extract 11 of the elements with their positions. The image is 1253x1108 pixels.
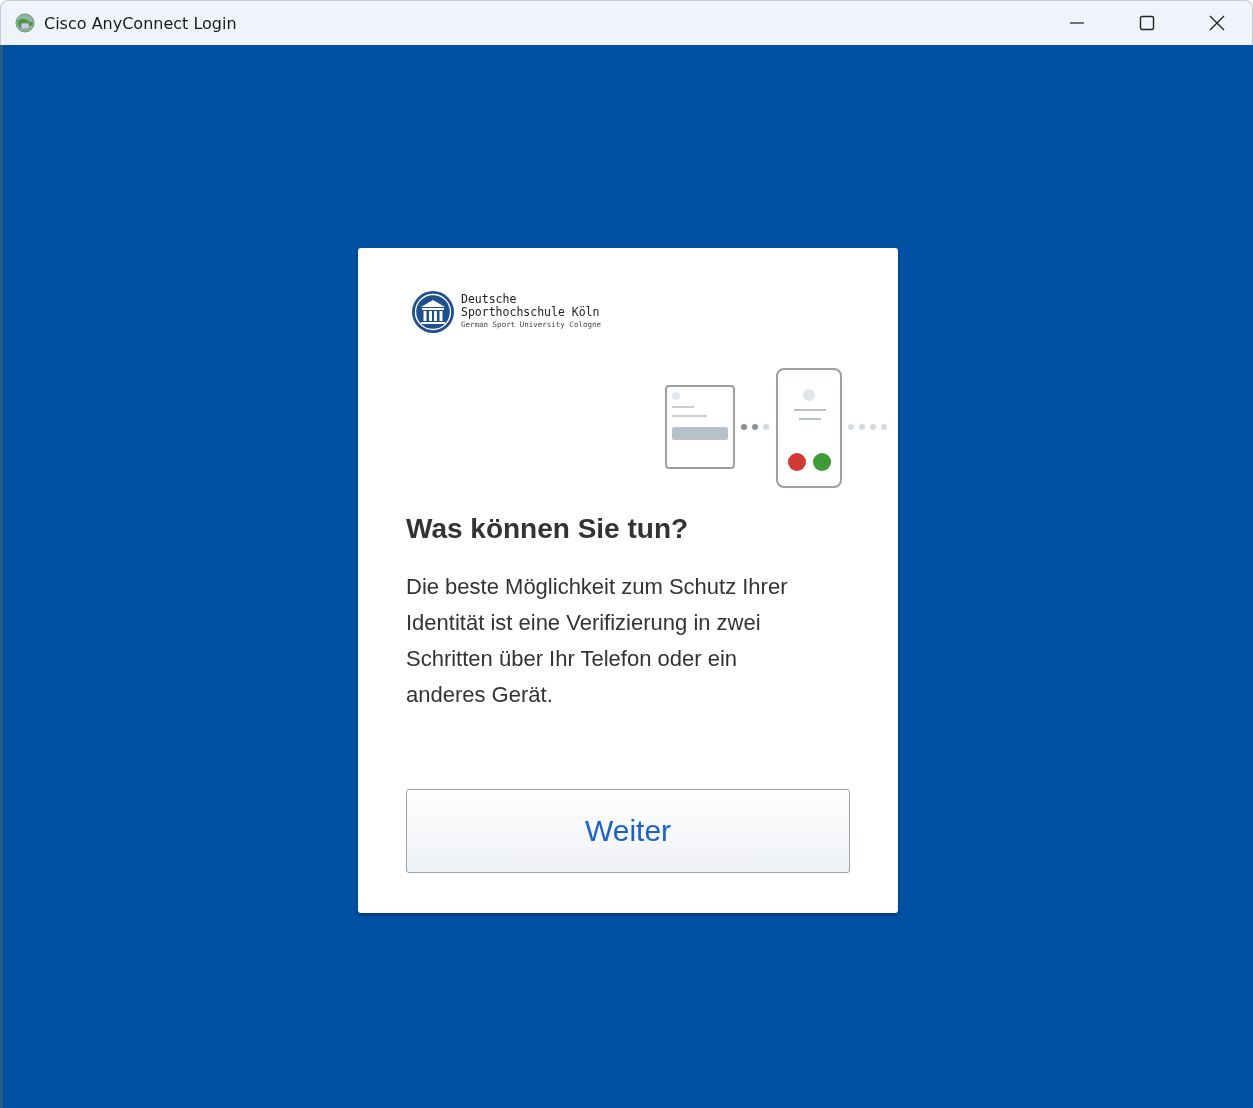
logo-name: Deutsche	[461, 293, 518, 306]
temple-logo-icon	[411, 290, 455, 334]
globe-icon	[15, 13, 35, 33]
minimize-icon	[1069, 22, 1085, 24]
close-icon	[1209, 15, 1225, 31]
maximize-icon	[1139, 15, 1155, 31]
heading: Was können Sie tun?	[406, 513, 690, 545]
description-text: Die beste Möglichkeit zum Schutz Ihrer Identität ist eine Verifizierung in zwei Schritten über Ihr Telefon oder ein anderes Gerät.	[406, 573, 789, 709]
logo-name: Sporthochschule Köln	[461, 306, 601, 319]
window-title: Cisco AnyConnect Login	[44, 13, 237, 33]
continue-button[interactable]: Weiter	[406, 789, 850, 873]
